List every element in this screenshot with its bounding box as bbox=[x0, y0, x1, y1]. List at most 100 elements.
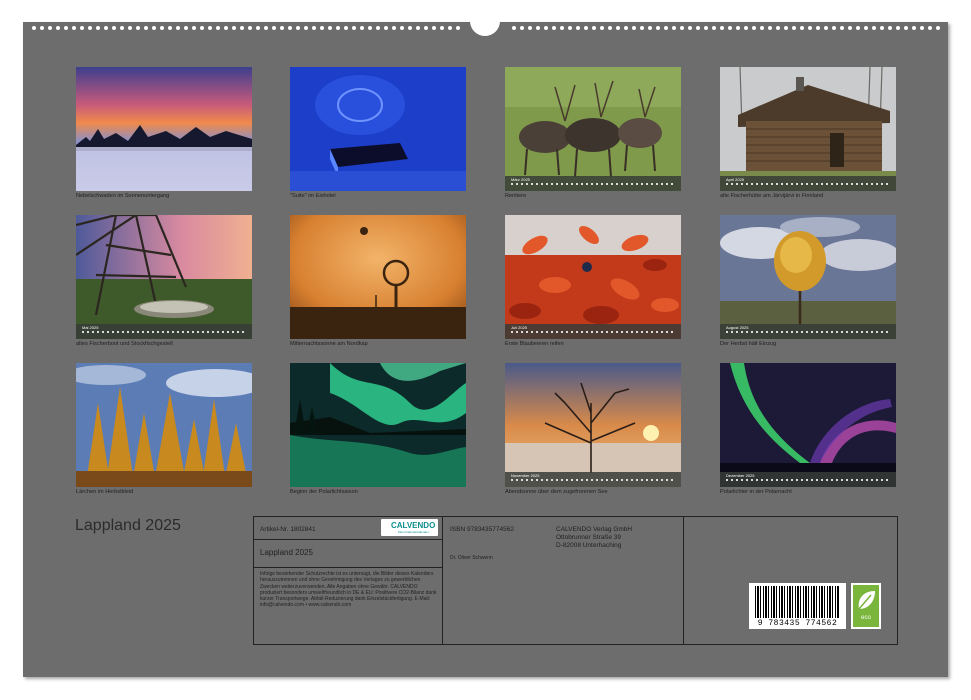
month-label: Mai 2025 bbox=[82, 325, 99, 330]
binding-hole bbox=[408, 26, 412, 30]
photo-thumbnail: Juli 2025 bbox=[505, 215, 681, 339]
binding-hole bbox=[728, 26, 732, 30]
binding-hole bbox=[160, 26, 164, 30]
binding-hole bbox=[608, 26, 612, 30]
photo-thumbnail: April 2025 bbox=[720, 67, 896, 191]
binding-hole bbox=[72, 26, 76, 30]
binding-hole bbox=[784, 26, 788, 30]
product-title: Lappland 2025 bbox=[260, 548, 313, 557]
binding-hole bbox=[720, 26, 724, 30]
photo-thumbnail bbox=[290, 67, 466, 191]
binding-hole bbox=[512, 26, 516, 30]
binding-hole bbox=[352, 26, 356, 30]
binding-hole bbox=[936, 26, 940, 30]
binding-hole bbox=[128, 26, 132, 30]
binding-hole bbox=[232, 26, 236, 30]
month-label: April 2025 bbox=[726, 177, 745, 182]
photo-thumbnail: November 2025 bbox=[505, 363, 681, 487]
calvendo-logo-text: CALVENDO bbox=[391, 521, 436, 530]
binding-hole bbox=[336, 26, 340, 30]
binding-hole bbox=[696, 26, 700, 30]
binding-hole bbox=[176, 26, 180, 30]
binding-hole bbox=[344, 26, 348, 30]
binding-hole bbox=[368, 26, 372, 30]
binding-hole bbox=[40, 26, 44, 30]
binding-hole bbox=[584, 26, 588, 30]
binding-hole bbox=[64, 26, 68, 30]
binding-hole bbox=[896, 26, 900, 30]
calvendo-logo: CALVENDO Mein Kalenderkalender bbox=[381, 519, 438, 536]
binding-hole bbox=[360, 26, 364, 30]
calendar-title: Lappland 2025 bbox=[75, 517, 181, 534]
photo-thumbnail bbox=[76, 67, 252, 191]
photo-thumbnail bbox=[290, 215, 466, 339]
binding-hole bbox=[296, 26, 300, 30]
binding-hole bbox=[928, 26, 932, 30]
binding-hole bbox=[736, 26, 740, 30]
photo-caption: Erste Blaubeeren reifen bbox=[505, 341, 564, 347]
binding-hole bbox=[384, 26, 388, 30]
binding-hole bbox=[888, 26, 892, 30]
binding-hole bbox=[248, 26, 252, 30]
binding-hole bbox=[328, 26, 332, 30]
binding-hole bbox=[672, 26, 676, 30]
binding-hole bbox=[120, 26, 124, 30]
publisher-city: D-82008 Unterhaching bbox=[556, 542, 622, 549]
binding-hole bbox=[376, 26, 380, 30]
photo-caption: Beginn der Polarlichtsaison bbox=[290, 489, 358, 495]
binding-hole bbox=[856, 26, 860, 30]
binding-hole bbox=[184, 26, 188, 30]
photo-caption: alte Fischerhütte am Järvijärvi in Finnl… bbox=[720, 193, 824, 199]
author: Dr. Oliver Schwenn bbox=[450, 555, 493, 561]
binding-hole bbox=[912, 26, 916, 30]
binding-hole bbox=[768, 26, 772, 30]
legal-notice: Infolge bestehender Schutzrechte ist es … bbox=[260, 571, 437, 609]
binding-hole bbox=[840, 26, 844, 30]
month-label: November 2025 bbox=[511, 473, 540, 478]
binding-hole bbox=[848, 26, 852, 30]
publisher-info-box: Artikel-Nr. 1802841 CALVENDO Mein Kalend… bbox=[253, 516, 898, 645]
binding-hole bbox=[632, 26, 636, 30]
binding-hole bbox=[104, 26, 108, 30]
photo-caption: Nebelschwaden im Sonnenuntergang bbox=[76, 193, 170, 199]
article-number: Artikel-Nr. 1802841 bbox=[260, 526, 316, 533]
binding-hole bbox=[792, 26, 796, 30]
binding-hole bbox=[648, 26, 652, 30]
binding-hole bbox=[272, 26, 276, 30]
isbn: ISBN 9783435774562 bbox=[450, 526, 514, 533]
binding-hole bbox=[624, 26, 628, 30]
binding-hole bbox=[216, 26, 220, 30]
binding-hole bbox=[592, 26, 596, 30]
binding-hole bbox=[80, 26, 84, 30]
publisher-street: Ottobrunner Straße 39 bbox=[556, 534, 622, 541]
binding-hole bbox=[256, 26, 260, 30]
publisher-name: CALVENDO Verlag GmbH bbox=[556, 526, 633, 533]
binding-hole bbox=[656, 26, 660, 30]
binding-hole bbox=[560, 26, 564, 30]
photo-thumbnail bbox=[76, 363, 252, 487]
binding-hole bbox=[552, 26, 556, 30]
binding-hole bbox=[920, 26, 924, 30]
binding-hole bbox=[416, 26, 420, 30]
binding-hole bbox=[760, 26, 764, 30]
binding-hole bbox=[744, 26, 748, 30]
binding-hole bbox=[400, 26, 404, 30]
binding-hole bbox=[688, 26, 692, 30]
binding-hole bbox=[440, 26, 444, 30]
photo-caption: Lärchen im Herbstkleid bbox=[76, 489, 134, 495]
binding-hole bbox=[264, 26, 268, 30]
photo-thumbnail: März 2025 bbox=[505, 67, 681, 191]
eco-label: eco bbox=[861, 615, 871, 621]
photo-thumbnail: Dezember 2025 bbox=[720, 363, 896, 487]
binding-hole bbox=[576, 26, 580, 30]
binding-hole bbox=[320, 26, 324, 30]
binding-hole bbox=[832, 26, 836, 30]
binding-hole bbox=[432, 26, 436, 30]
binding-hole bbox=[808, 26, 812, 30]
binding-hole bbox=[152, 26, 156, 30]
binding-hole bbox=[312, 26, 316, 30]
binding-hole bbox=[824, 26, 828, 30]
photo-thumbnail: Mai 2025 bbox=[76, 215, 252, 339]
binding-hole bbox=[392, 26, 396, 30]
binding-hole bbox=[32, 26, 36, 30]
